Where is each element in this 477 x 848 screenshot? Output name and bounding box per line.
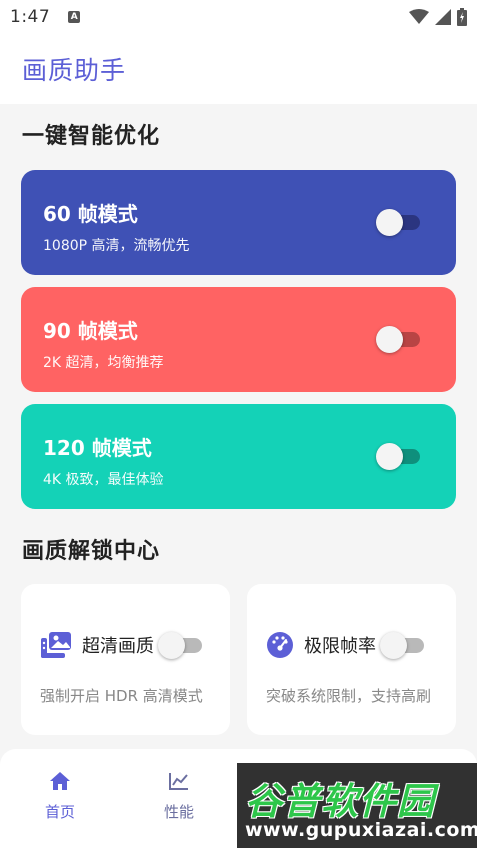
battery-icon	[457, 8, 467, 26]
unlock-label: 超清画质	[82, 636, 154, 657]
watermark-title: 谷普软件园	[245, 780, 435, 823]
app-bar: 画质助手	[0, 34, 477, 104]
extreme-framerate-switch[interactable]	[380, 631, 424, 659]
unlock-header: 超清画质	[40, 631, 202, 659]
unlock-header: 极限帧率	[266, 631, 424, 659]
nav-label: 首页	[44, 803, 75, 821]
section-title-unlock-center: 画质解锁中心	[22, 539, 161, 564]
mode-90fps-switch[interactable]	[376, 325, 420, 353]
status-icons	[409, 8, 467, 26]
unlock-description: 突破系统限制，支持高刷	[266, 687, 432, 705]
mode-card-120fps[interactable]: 120 帧模式 4K 极致，最佳体验	[21, 404, 456, 509]
switch-thumb	[376, 326, 403, 353]
chart-icon	[169, 773, 188, 790]
unlock-card-framerate[interactable]: 极限帧率 突破系统限制，支持高刷	[247, 584, 456, 735]
nav-label: 性能	[163, 803, 194, 821]
switch-thumb	[376, 209, 403, 236]
wifi-icon	[409, 9, 429, 24]
mode-subtitle: 4K 极致，最佳体验	[43, 472, 164, 488]
nav-item-home[interactable]: 首页	[30, 771, 90, 822]
unlock-description: 强制开启 HDR 高清模式	[40, 687, 203, 705]
mode-120fps-switch[interactable]	[376, 442, 420, 470]
mode-subtitle: 2K 超清，均衡推荐	[43, 355, 164, 371]
app-title: 画质助手	[22, 56, 127, 85]
section-title-smart-optimize: 一键智能优化	[22, 124, 161, 149]
hd-quality-switch[interactable]	[158, 631, 202, 659]
image-gallery-icon	[41, 632, 71, 658]
home-icon	[50, 772, 70, 790]
unlock-card-hd[interactable]: 超清画质 强制开启 HDR 高清模式	[21, 584, 230, 735]
watermark-url: www.gupuxiazai.com	[245, 819, 477, 841]
status-bar: 1:47 A	[0, 0, 477, 34]
mode-card-90fps[interactable]: 90 帧模式 2K 超清，均衡推荐	[21, 287, 456, 392]
notification-icon: A	[68, 11, 81, 23]
mode-subtitle: 1080P 高清，流畅优先	[43, 238, 190, 254]
speedometer-icon	[267, 632, 293, 658]
status-time: 1:47	[10, 7, 51, 27]
switch-thumb	[380, 632, 407, 659]
unlock-label: 极限帧率	[304, 636, 376, 657]
signal-icon	[435, 9, 451, 25]
watermark-overlay: 谷普软件园 www.gupuxiazai.com	[237, 763, 477, 848]
switch-thumb	[376, 443, 403, 470]
mode-60fps-switch[interactable]	[376, 208, 420, 236]
nav-item-performance[interactable]: 性能	[149, 771, 209, 822]
switch-thumb	[158, 632, 185, 659]
mode-card-60fps[interactable]: 60 帧模式 1080P 高清，流畅优先	[21, 170, 456, 275]
